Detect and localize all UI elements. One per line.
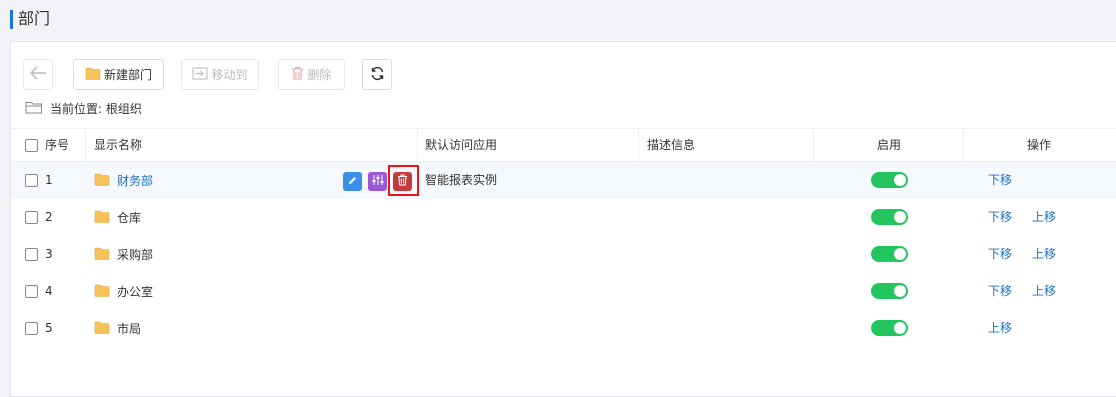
toggle-knob [894,285,906,297]
content-panel: 新建部门 移动到 删除 当前位置: 根组织 序号 显示名称 默认访问应用 描述信… [10,41,1116,397]
move-to-label: 移动到 [211,68,248,82]
enabled-toggle[interactable] [871,320,908,336]
move-to-button[interactable]: 移动到 [181,59,259,90]
delete-label: 删除 [307,68,332,82]
header-display-name: 显示名称 [94,138,143,152]
select-all-checkbox[interactable] [25,139,38,152]
move-up-link[interactable]: 上移 [1032,236,1056,273]
department-name[interactable]: 仓库 [117,209,141,226]
page-header: 部门 [0,0,1116,40]
move-up-link[interactable]: 上移 [1032,199,1056,236]
toggle-knob [894,211,906,223]
folder-icon [94,247,110,263]
new-department-button[interactable]: 新建部门 [73,59,164,90]
default-app: 智能报表实例 [425,173,498,187]
folder-icon [85,67,101,83]
trash-icon [291,66,304,83]
table-row[interactable]: 5 市局 上移 [11,310,1116,347]
table-row[interactable]: 2 仓库 下移 上移 [11,199,1116,236]
department-name-cell[interactable]: 财务部 [94,162,153,199]
department-name[interactable]: 财务部 [117,172,153,189]
row-index: 3 [45,247,53,261]
table-row[interactable]: 3 采购部 下移 上移 [11,236,1116,273]
sliders-icon [372,174,384,189]
edit-button[interactable] [343,172,362,191]
department-name-cell[interactable]: 仓库 [94,199,141,236]
pencil-icon [347,175,358,189]
back-button[interactable] [23,59,53,90]
row-checkbox[interactable] [25,322,38,335]
move-down-link[interactable]: 下移 [988,162,1012,199]
move-icon [192,67,208,83]
delete-button-highlight [388,165,419,196]
department-name-cell[interactable]: 采购部 [94,236,153,273]
move-down-link[interactable]: 下移 [988,236,1012,273]
row-checkbox[interactable] [25,174,38,187]
folder-icon [94,173,110,189]
row-index: 4 [45,284,53,298]
delete-button[interactable]: 删除 [278,59,345,90]
header-description: 描述信息 [647,138,696,152]
row-index: 2 [45,210,53,224]
row-checkbox[interactable] [25,248,38,261]
header-enabled: 启用 [877,138,902,152]
enabled-toggle[interactable] [871,209,908,225]
department-name[interactable]: 市局 [117,320,141,337]
page-title: 部门 [18,9,51,28]
department-name[interactable]: 办公室 [117,283,153,300]
breadcrumb: 当前位置: 根组织 [25,100,142,117]
header-default-app: 默认访问应用 [425,138,498,152]
row-index: 1 [45,173,53,187]
column-divider [85,129,86,162]
arrow-left-icon [29,66,47,83]
move-down-link[interactable]: 下移 [988,199,1012,236]
header-index: 序号 [45,138,70,152]
column-divider [963,129,964,162]
table-row[interactable]: 1 财务部 智能报表实例 下移 [11,162,1116,199]
toggle-knob [894,322,906,334]
table-header: 序号 显示名称 默认访问应用 描述信息 启用 操作 [11,128,1116,162]
current-location-label: 当前位置: 根组织 [50,102,142,116]
permission-settings-button[interactable] [368,172,387,191]
row-checkbox[interactable] [25,211,38,224]
folder-icon [94,321,110,337]
column-divider [813,129,814,162]
enabled-toggle[interactable] [871,283,908,299]
toggle-knob [894,248,906,260]
enabled-toggle[interactable] [871,172,908,188]
department-name[interactable]: 采购部 [117,246,153,263]
table-row[interactable]: 4 办公室 下移 上移 [11,273,1116,310]
title-accent-bar [10,10,13,29]
new-department-label: 新建部门 [103,68,152,82]
row-checkbox[interactable] [25,285,38,298]
department-name-cell[interactable]: 办公室 [94,273,153,310]
refresh-button[interactable] [362,59,392,90]
move-up-link[interactable]: 上移 [1032,273,1056,310]
refresh-icon [370,66,385,84]
folder-icon [94,210,110,226]
department-name-cell[interactable]: 市局 [94,310,141,347]
move-up-link[interactable]: 上移 [988,310,1012,347]
row-index: 5 [45,321,53,335]
column-divider [417,129,418,162]
toggle-knob [894,174,906,186]
move-down-link[interactable]: 下移 [988,273,1012,310]
header-actions: 操作 [1027,138,1052,152]
enabled-toggle[interactable] [871,246,908,262]
column-divider [638,129,639,162]
folder-outline-icon [25,101,43,117]
folder-icon [94,284,110,300]
